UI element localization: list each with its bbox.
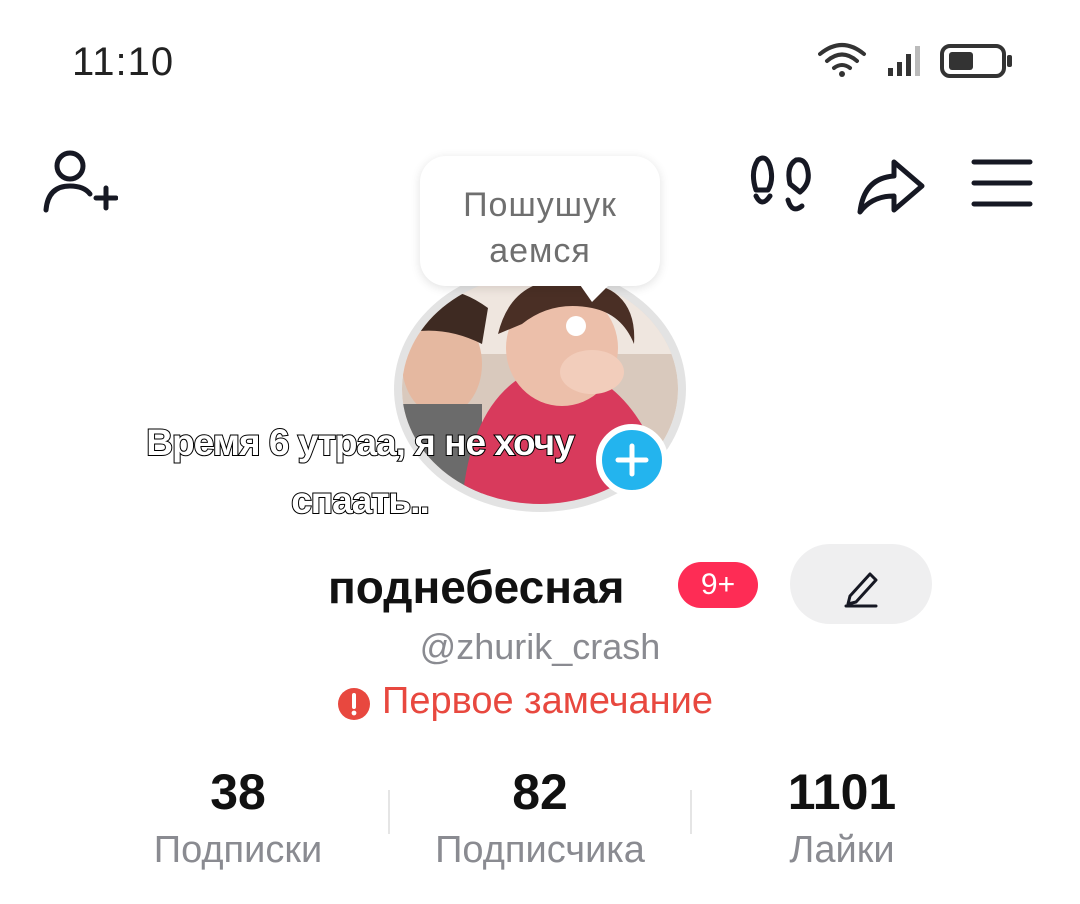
overlay-caption: Время 6 утраа, я не хочу спаать..: [145, 421, 575, 522]
stat-divider: [388, 790, 390, 834]
bubble-tail: [578, 282, 612, 302]
warning-text: Первое замечание: [382, 680, 713, 722]
status-note-bubble[interactable]: Пошушук аемся: [420, 156, 660, 286]
username[interactable]: @zhurik_crash: [0, 626, 1080, 668]
notification-badge[interactable]: 9+: [678, 562, 758, 608]
status-time: 11:10: [72, 40, 175, 84]
following-count: 38: [210, 764, 266, 820]
cellular-signal-icon: [888, 46, 920, 76]
followers-label: Подписчика: [435, 829, 645, 871]
wifi-icon: [818, 43, 866, 77]
pencil-icon: [844, 572, 878, 608]
battery-icon: [940, 44, 1012, 78]
following-label: Подписки: [153, 829, 323, 871]
share-icon[interactable]: [856, 156, 926, 216]
exclamation-icon: [338, 688, 370, 720]
likes-count: 1101: [787, 764, 897, 820]
menu-icon[interactable]: [970, 156, 1034, 210]
followers-count: 82: [512, 764, 568, 820]
footprints-icon[interactable]: [748, 150, 814, 220]
likes-label: Лайки: [789, 829, 895, 871]
bubble-dot: [566, 316, 586, 336]
add-friend-icon[interactable]: [40, 148, 118, 218]
stat-likes[interactable]: 1101 Лайки: [702, 764, 982, 872]
stat-followers[interactable]: 82 Подписчика: [400, 764, 680, 872]
add-story-button[interactable]: [596, 424, 668, 496]
stat-divider: [690, 790, 692, 834]
status-icons: [818, 43, 1012, 78]
nickname: поднебесная: [328, 561, 625, 613]
plus-icon: [615, 443, 649, 477]
stat-following[interactable]: 38 Подписки: [98, 764, 378, 872]
edit-profile-button[interactable]: [790, 544, 932, 624]
